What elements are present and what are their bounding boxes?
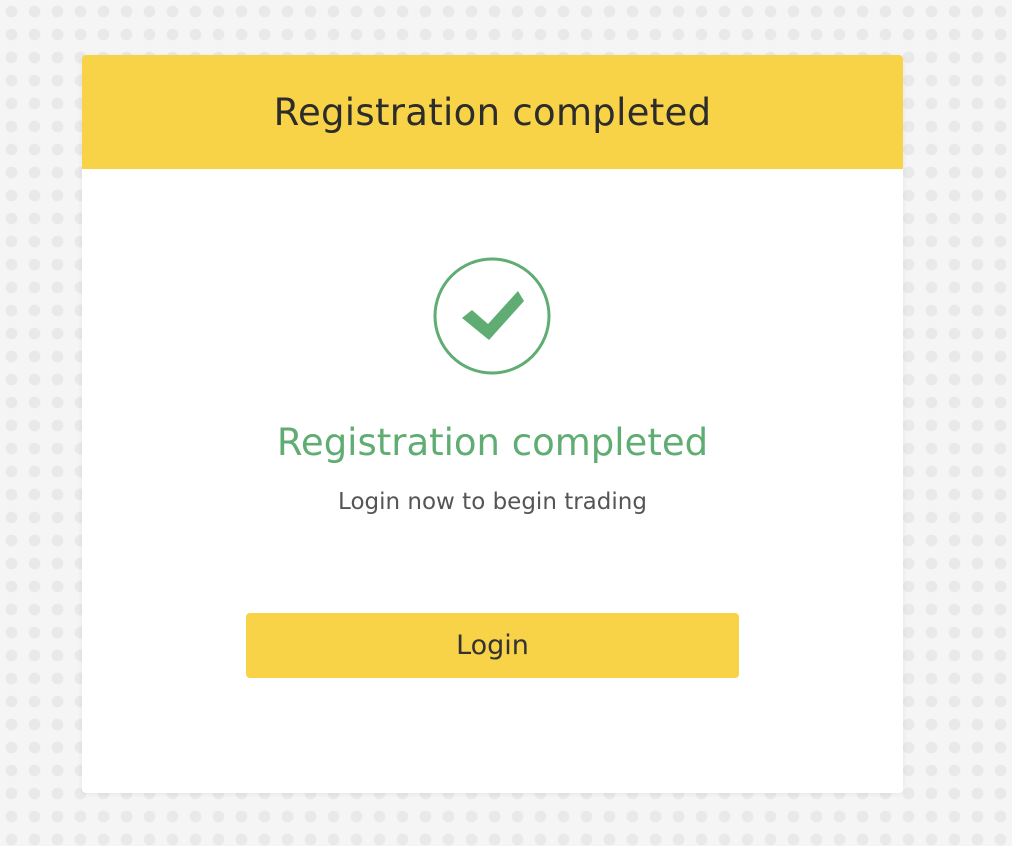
login-button[interactable]: Login [246,613,739,678]
registration-complete-card: Registration completed Registration comp… [82,55,903,793]
card-header: Registration completed [82,55,903,169]
check-circle-icon [433,257,551,375]
card-title: Registration completed [273,90,712,134]
success-heading: Registration completed [276,421,709,464]
success-subtitle: Login now to begin trading [338,489,647,515]
